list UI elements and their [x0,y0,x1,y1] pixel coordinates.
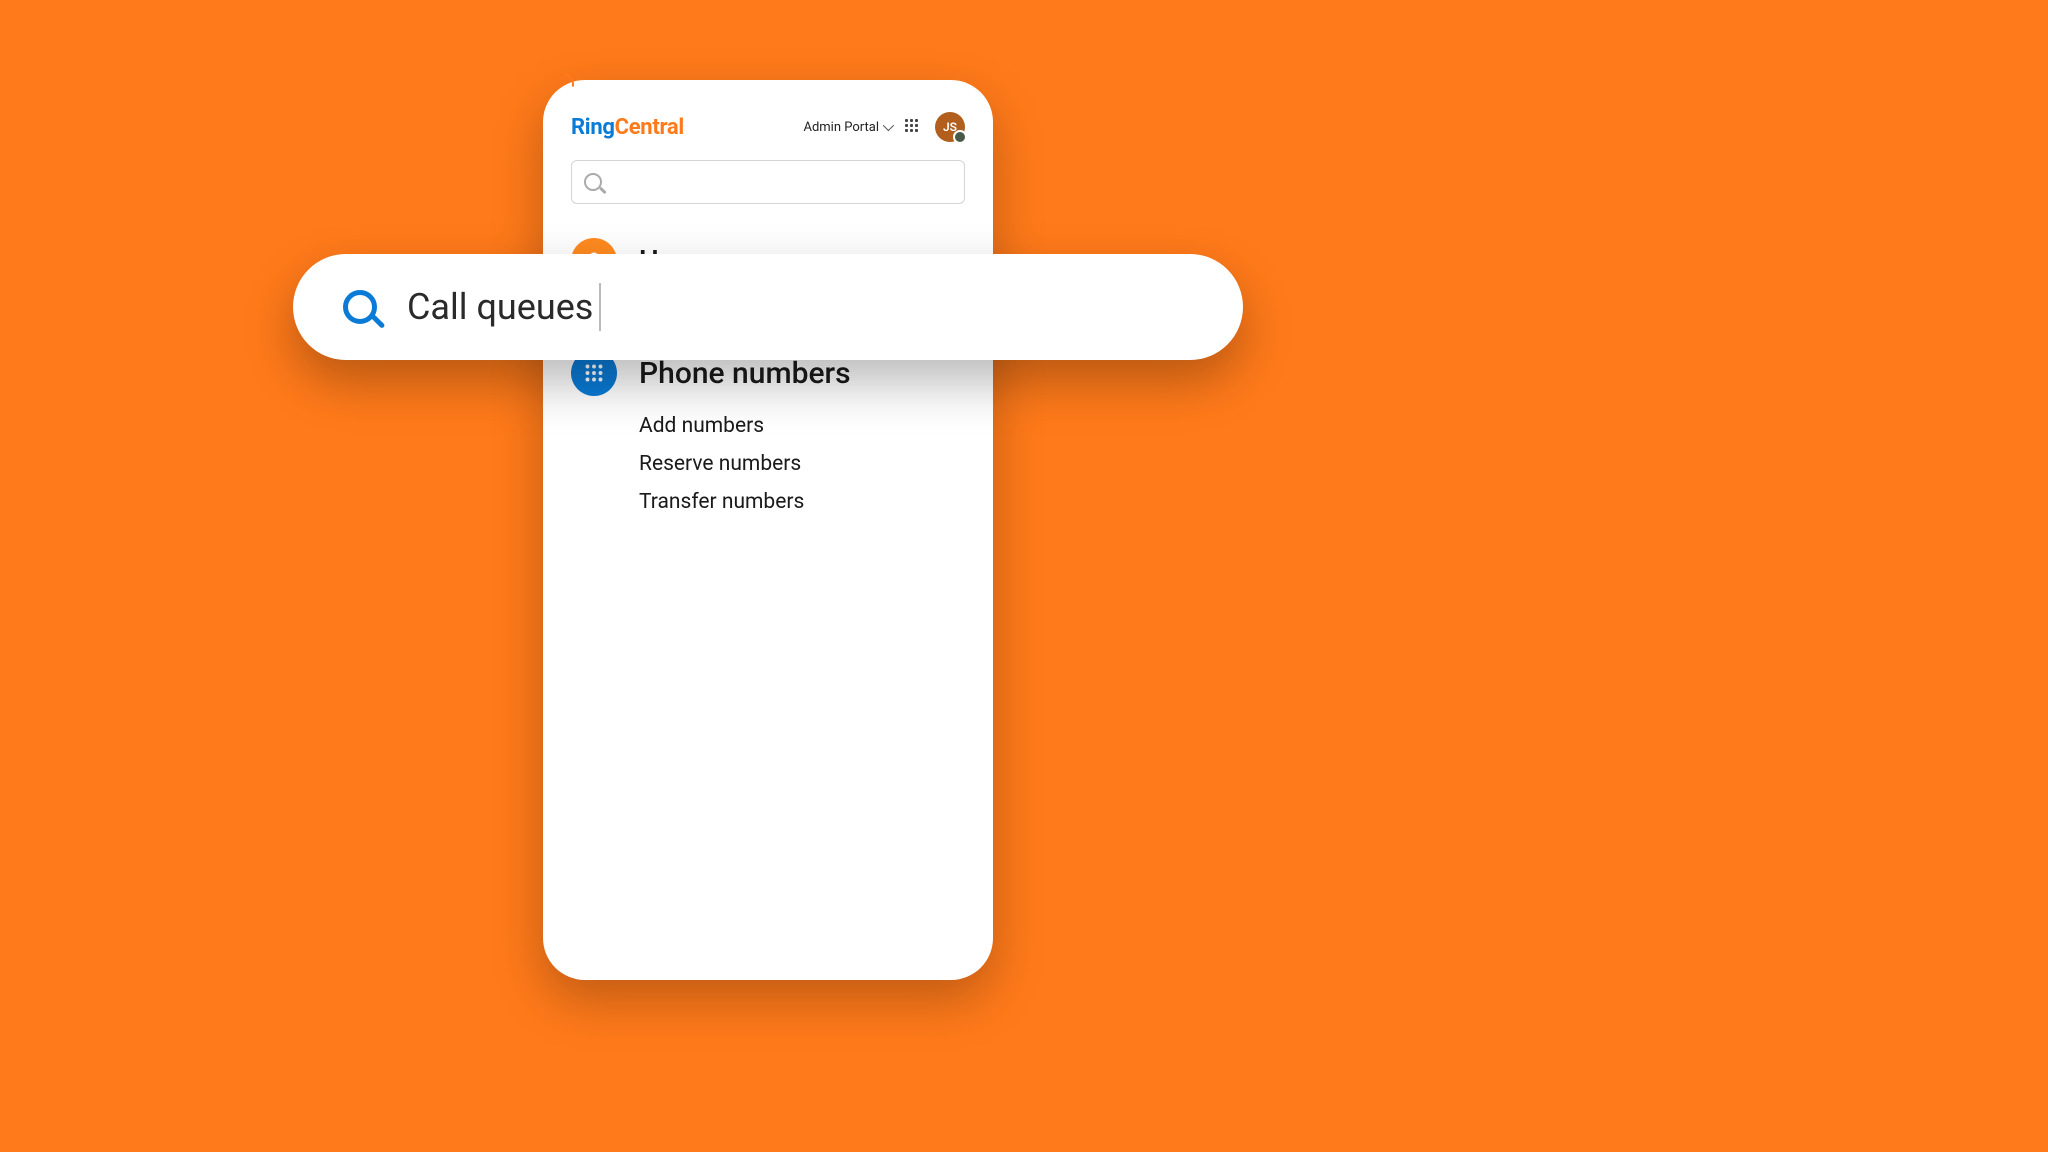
chevron-down-icon [883,120,894,131]
brand-arc-icon [562,73,576,87]
brand-logo: RingCentral [571,115,684,140]
search-icon [343,290,377,324]
text-caret [599,283,601,331]
section-items-phone-numbers: Add numbers Reserve numbers Transfer num… [571,414,965,514]
app-header: RingCentral Admin Portal JS [565,112,971,160]
avatar[interactable]: JS [935,112,965,142]
nav-item-transfer-numbers[interactable]: Transfer numbers [639,490,965,514]
nav-item-reserve-numbers[interactable]: Reserve numbers [639,452,965,476]
brand-part-central: Central [615,115,684,140]
apps-grid-icon[interactable] [905,119,921,135]
portal-switcher[interactable]: Admin Portal [803,120,891,135]
section-phone-numbers: Phone numbers Add numbers Reserve number… [565,350,971,514]
brand-part-ring: Ring [571,115,615,140]
header-actions: Admin Portal JS [803,112,965,142]
search-icon [584,173,602,191]
search-input-large[interactable]: Call queues [407,283,1193,331]
portal-label: Admin Portal [803,120,879,135]
search-input-small[interactable] [571,160,965,204]
search-query-text: Call queues [407,286,593,328]
search-overlay[interactable]: Call queues [293,254,1243,360]
section-title-phone-numbers: Phone numbers [639,356,851,391]
nav-item-add-numbers[interactable]: Add numbers [639,414,965,438]
phone-frame: RingCentral Admin Portal JS Users [543,80,993,980]
avatar-initials: JS [943,120,957,134]
